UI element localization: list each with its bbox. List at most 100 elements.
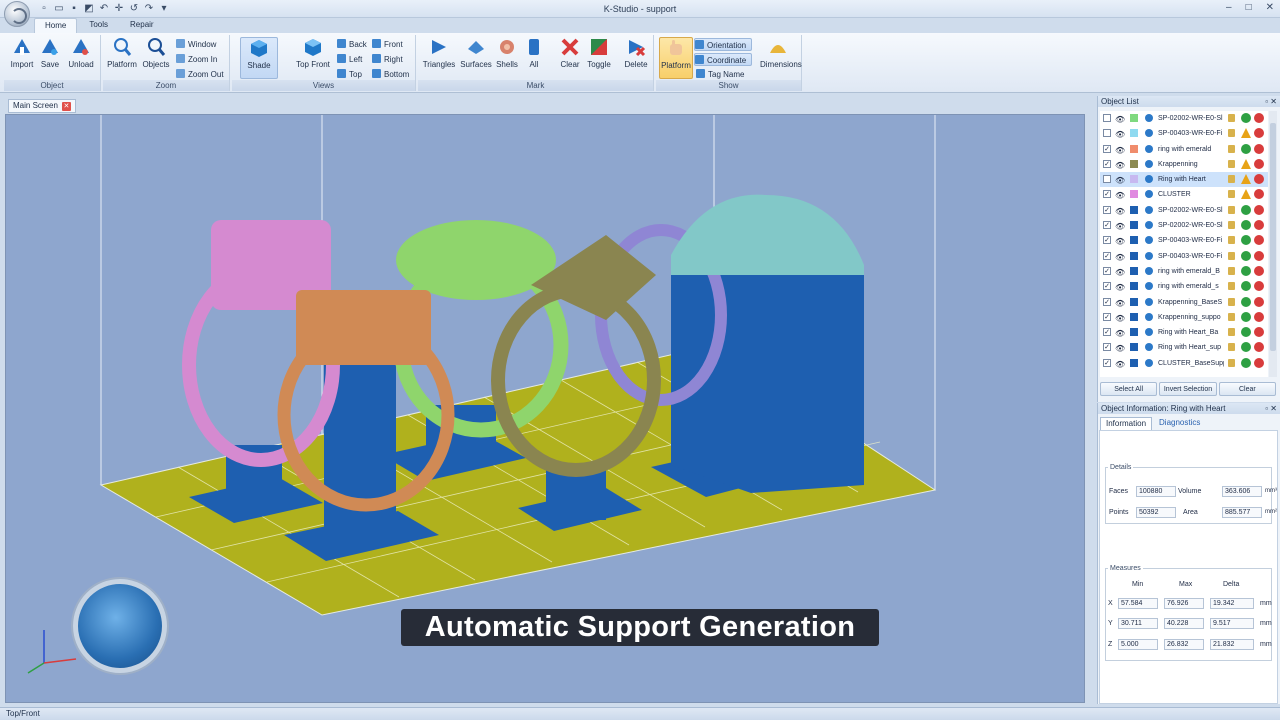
remove-object-icon[interactable] xyxy=(1254,342,1264,353)
eye-icon[interactable]: 👁 xyxy=(1115,219,1125,234)
tab-information[interactable]: Information xyxy=(1100,417,1153,430)
color-swatch[interactable] xyxy=(1130,175,1138,184)
ring-green-crown[interactable] xyxy=(396,220,556,300)
remove-object-icon[interactable] xyxy=(1254,281,1264,292)
visibility-checkbox[interactable] xyxy=(1103,175,1111,184)
eye-icon[interactable]: 👁 xyxy=(1115,326,1125,341)
visibility-checkbox[interactable] xyxy=(1103,114,1111,122)
remove-object-icon[interactable] xyxy=(1254,235,1264,246)
lock-icon[interactable] xyxy=(1228,129,1235,138)
remove-object-icon[interactable] xyxy=(1254,143,1264,154)
remove-object-icon[interactable] xyxy=(1254,204,1264,215)
visibility-checkbox[interactable]: ✓ xyxy=(1103,358,1111,367)
mark-delete-button[interactable]: Delete xyxy=(621,37,651,77)
lock-icon[interactable] xyxy=(1228,236,1235,245)
color-swatch[interactable] xyxy=(1130,144,1138,153)
unload-button[interactable]: Unload xyxy=(66,37,96,77)
remove-object-icon[interactable] xyxy=(1254,327,1264,338)
lock-icon[interactable] xyxy=(1228,297,1235,306)
eye-icon[interactable]: 👁 xyxy=(1115,188,1125,203)
show-platform-button[interactable]: Platform xyxy=(659,37,693,79)
select-all-button[interactable]: Select All xyxy=(1100,382,1158,396)
object-list-item[interactable]: ✓ 👁 Krappenning xyxy=(1100,157,1268,172)
view-right-button[interactable]: Right xyxy=(372,53,403,66)
visibility-checkbox[interactable]: ✓ xyxy=(1103,236,1111,245)
color-swatch[interactable] xyxy=(1130,129,1138,138)
remove-object-icon[interactable] xyxy=(1254,265,1264,276)
show-dimensions-button[interactable]: Dimensions xyxy=(760,37,802,77)
eye-icon[interactable]: 👁 xyxy=(1115,112,1125,127)
ring-copper-crown[interactable] xyxy=(296,290,431,365)
lock-icon[interactable] xyxy=(1228,328,1235,337)
color-swatch[interactable] xyxy=(1130,114,1138,122)
lock-icon[interactable] xyxy=(1228,175,1235,184)
remove-object-icon[interactable] xyxy=(1254,296,1264,307)
visibility-checkbox[interactable]: ✓ xyxy=(1103,328,1111,337)
lock-icon[interactable] xyxy=(1228,343,1235,352)
lock-icon[interactable] xyxy=(1228,251,1235,260)
mark-all-button[interactable]: All xyxy=(519,37,549,77)
tab-diagnostics[interactable]: Diagnostics xyxy=(1154,417,1205,430)
object-list-item[interactable]: ✓ 👁 SP-02002-WR-E0-Sl xyxy=(1100,218,1268,233)
visibility-checkbox[interactable]: ✓ xyxy=(1103,190,1111,199)
object-list-item[interactable]: ✓ 👁 SP-02002-WR-E0-Sl xyxy=(1100,203,1268,218)
invert-selection-button[interactable]: Invert Selection xyxy=(1159,382,1217,396)
zoom-objects-button[interactable]: Objects xyxy=(141,37,171,77)
show-orientation-button[interactable]: Orientation xyxy=(694,38,752,51)
close-tab-icon[interactable]: ✕ xyxy=(61,101,71,111)
zoom-window-button[interactable]: Window xyxy=(176,38,216,51)
scrollbar-thumb[interactable] xyxy=(1270,123,1276,351)
object-list-item[interactable]: ✓ 👁 ring with emerald_B xyxy=(1100,264,1268,279)
object-list-item[interactable]: ✓ 👁 Ring with Heart_Ba xyxy=(1100,325,1268,340)
visibility-checkbox[interactable]: ✓ xyxy=(1103,266,1111,275)
lock-icon[interactable] xyxy=(1228,159,1235,168)
color-swatch[interactable] xyxy=(1130,221,1138,230)
zoom-in-button[interactable]: Zoom In xyxy=(176,53,217,66)
remove-object-icon[interactable] xyxy=(1254,220,1264,231)
color-swatch[interactable] xyxy=(1130,159,1138,168)
minimize-button[interactable]: – xyxy=(1226,2,1232,13)
object-list-item[interactable]: ✓ 👁 SP-00403-WR-E0-Fi xyxy=(1100,233,1268,248)
eye-icon[interactable]: 👁 xyxy=(1115,280,1125,295)
eye-icon[interactable]: 👁 xyxy=(1115,341,1125,356)
remove-object-icon[interactable] xyxy=(1254,113,1264,123)
application-menu-button[interactable] xyxy=(4,1,30,27)
visibility-checkbox[interactable]: ✓ xyxy=(1103,312,1111,321)
eye-icon[interactable]: 👁 xyxy=(1115,204,1125,219)
eye-icon[interactable]: 👁 xyxy=(1115,143,1125,158)
remove-object-icon[interactable] xyxy=(1254,158,1264,169)
remove-object-icon[interactable] xyxy=(1254,128,1264,139)
main-screen-tab[interactable]: Main Screen ✕ xyxy=(8,99,76,113)
remove-object-icon[interactable] xyxy=(1254,250,1264,261)
eye-icon[interactable]: 👁 xyxy=(1115,250,1125,265)
lock-icon[interactable] xyxy=(1228,312,1235,321)
eye-icon[interactable]: 👁 xyxy=(1115,127,1125,142)
object-list-scrollbar[interactable] xyxy=(1269,111,1277,377)
object-list-item[interactable]: ✓ 👁 CLUSTER xyxy=(1100,187,1268,202)
view-front-button[interactable]: Front xyxy=(372,38,403,51)
close-button[interactable]: ✕ xyxy=(1266,2,1274,13)
visibility-checkbox[interactable]: ✓ xyxy=(1103,251,1111,260)
lock-icon[interactable] xyxy=(1228,221,1235,230)
mark-clear-button[interactable]: Clear xyxy=(555,37,585,77)
object-list-item[interactable]: ✓ 👁 Krappenning_suppo xyxy=(1100,310,1268,325)
visibility-checkbox[interactable]: ✓ xyxy=(1103,282,1111,291)
lock-icon[interactable] xyxy=(1228,266,1235,275)
object-list-item[interactable]: ✓ 👁 ring with emerald xyxy=(1100,142,1268,157)
visibility-checkbox[interactable]: ✓ xyxy=(1103,205,1111,214)
eye-icon[interactable]: 👁 xyxy=(1115,311,1125,326)
object-list-item[interactable]: 👁 SP-02002-WR-E0-Sl xyxy=(1100,111,1268,126)
visibility-checkbox[interactable]: ✓ xyxy=(1103,343,1111,352)
object-list-item[interactable]: 👁 SP-00403-WR-E0-Fi xyxy=(1100,126,1268,141)
maximize-button[interactable]: □ xyxy=(1246,2,1252,13)
save-button[interactable]: Save xyxy=(35,37,65,77)
tab-repair[interactable]: Repair xyxy=(120,18,164,33)
remove-object-icon[interactable] xyxy=(1254,357,1264,368)
visibility-checkbox[interactable]: ✓ xyxy=(1103,159,1111,168)
clear-selection-button[interactable]: Clear xyxy=(1218,382,1276,396)
zoom-platform-button[interactable]: Platform xyxy=(107,37,137,77)
remove-object-icon[interactable] xyxy=(1254,174,1264,185)
panel-pin-close-icon[interactable]: ▫ ✕ xyxy=(1265,96,1277,107)
eye-icon[interactable]: 👁 xyxy=(1115,158,1125,173)
remove-object-icon[interactable] xyxy=(1254,311,1264,322)
